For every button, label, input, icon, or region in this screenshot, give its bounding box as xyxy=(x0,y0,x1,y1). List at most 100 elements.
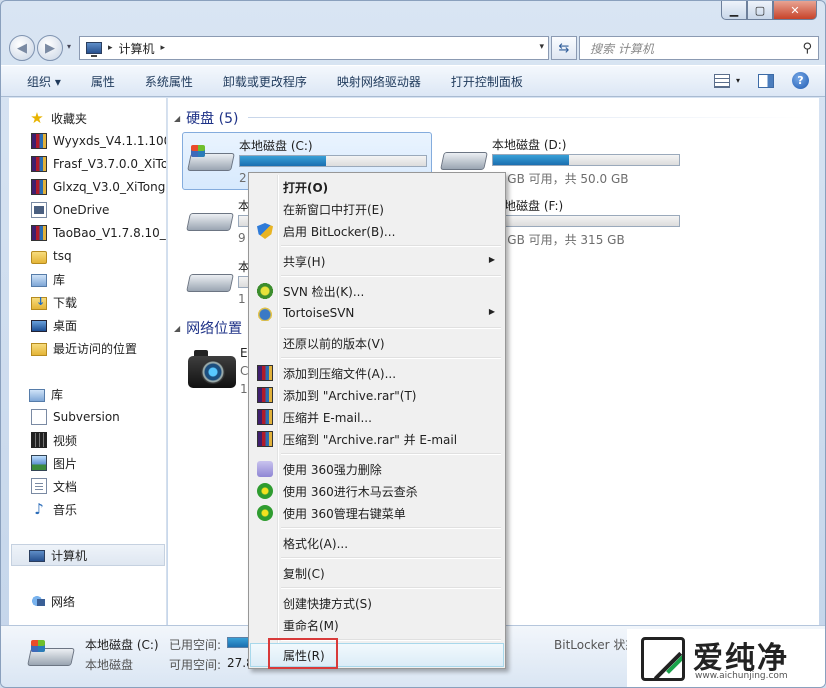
nav-label: 音乐 xyxy=(53,502,78,517)
nav-fav-item[interactable]: OneDrive xyxy=(31,200,109,220)
nav-computer[interactable]: 计算机 xyxy=(29,545,87,565)
nav-fav-item[interactable]: TaoBao_V1.7.8.10_ xyxy=(31,223,166,243)
camera-device-icon[interactable] xyxy=(188,348,236,388)
search-input[interactable]: 搜索 计算机 ⚲ xyxy=(579,36,819,60)
winrar-icon xyxy=(31,133,47,149)
navigation-pane: ★ 收藏夹 Wyyxds_V4.1.1.100 Frasf_V3.7.0.0_Xi… xyxy=(9,98,167,625)
nav-fav-item[interactable]: tsq xyxy=(31,246,72,266)
menu-label: 创建快捷方式(S) xyxy=(283,596,372,611)
menu-rename[interactable]: 重命名(M) xyxy=(251,614,503,636)
drive-info: 1 xyxy=(238,292,246,306)
menu-separator xyxy=(281,527,501,529)
menu-compress-rar-email[interactable]: 压缩到 "Archive.rar" 并 E-mail xyxy=(251,428,503,450)
forward-button[interactable]: ▶ xyxy=(37,35,63,61)
drive-info: .3 GB 可用，共 315 GB xyxy=(492,233,625,247)
network-item-info: 1 xyxy=(240,382,248,396)
preview-pane-icon[interactable] xyxy=(758,73,774,88)
nav-lib-item[interactable]: 视频 xyxy=(31,430,77,450)
nav-lib-item[interactable]: ♪ 音乐 xyxy=(31,499,77,519)
nav-libraries[interactable]: 库 xyxy=(29,384,63,404)
uac-shield-icon xyxy=(257,223,273,239)
group-header-hdd[interactable]: ◢ 硬盘 (5) xyxy=(174,108,238,128)
menu-360-force-delete[interactable]: 使用 360强力删除 xyxy=(251,458,503,480)
back-button[interactable]: ◀ xyxy=(9,35,35,61)
menu-open[interactable]: 打开(O) xyxy=(251,176,503,198)
menu-label: 添加到 "Archive.rar"(T) xyxy=(283,388,417,403)
shredder-icon xyxy=(257,461,273,477)
view-options-icon[interactable] xyxy=(713,73,730,88)
menu-separator xyxy=(281,557,501,559)
map-network-drive-button[interactable]: 映射网络驱动器 xyxy=(337,73,421,90)
collapse-icon[interactable]: ◢ xyxy=(174,324,180,333)
nav-label: 下载 xyxy=(53,295,78,310)
menu-open-new-window[interactable]: 在新窗口中打开(E) xyxy=(251,198,503,220)
nav-network[interactable]: 网络 xyxy=(29,591,75,611)
svn-checkout-icon xyxy=(257,283,273,299)
command-bar: 组织 ▾ 属性 系统属性 卸载或更改程序 映射网络驱动器 打开控制面板 ▾ ? xyxy=(1,65,825,97)
menu-format[interactable]: 格式化(A)... xyxy=(251,532,503,554)
nav-fav-item[interactable]: 下载 xyxy=(31,292,77,312)
nav-fav-item[interactable]: Glxzq_V3.0_XiTong xyxy=(31,177,165,197)
group-header-network[interactable]: ◢ 网络位置 xyxy=(174,318,242,338)
collapse-icon[interactable]: ◢ xyxy=(174,114,180,123)
recent-pages-dropdown[interactable]: ▾ xyxy=(67,42,71,51)
system-properties-button[interactable]: 系统属性 xyxy=(145,73,193,90)
windows-drive-icon xyxy=(27,640,75,672)
organize-button[interactable]: 组织 ▾ xyxy=(27,73,61,90)
address-bar[interactable]: ▸ 计算机 ▸ ▾ xyxy=(79,36,549,60)
aichunjing-logo-icon xyxy=(641,637,685,681)
downloads-icon xyxy=(31,295,47,310)
nav-lib-item[interactable]: Subversion xyxy=(31,407,120,427)
properties-button[interactable]: 属性 xyxy=(91,73,115,90)
forward-arrow-icon: ▶ xyxy=(45,40,55,56)
menu-label: 在新窗口中打开(E) xyxy=(283,202,384,217)
nav-fav-item[interactable]: Wyyxds_V4.1.1.100 xyxy=(31,131,166,151)
winrar-icon xyxy=(31,156,47,172)
menu-360-cloud-scan[interactable]: 使用 360进行木马云查杀 xyxy=(251,480,503,502)
menu-copy[interactable]: 复制(C) xyxy=(251,562,503,584)
help-icon[interactable]: ? xyxy=(792,72,809,89)
breadcrumb-separator-icon[interactable]: ▸ xyxy=(161,43,166,53)
menu-label: 还原以前的版本(V) xyxy=(283,336,385,351)
menu-create-shortcut[interactable]: 创建快捷方式(S) xyxy=(251,592,503,614)
menu-svn-checkout[interactable]: SVN 检出(K)... xyxy=(251,280,503,302)
menu-compress-email[interactable]: 压缩并 E-mail... xyxy=(251,406,503,428)
nav-lib-item[interactable]: 文档 xyxy=(31,476,77,496)
search-icon[interactable]: ⚲ xyxy=(802,41,812,56)
address-dropdown-icon[interactable]: ▾ xyxy=(539,42,544,52)
open-control-panel-button[interactable]: 打开控制面板 xyxy=(451,73,523,90)
menu-bitlocker[interactable]: 启用 BitLocker(B)... xyxy=(251,220,503,242)
back-arrow-icon: ◀ xyxy=(17,40,27,56)
drive-usage-fill xyxy=(240,156,326,166)
menu-add-to-archive[interactable]: 添加到压缩文件(A)... xyxy=(251,362,503,384)
maximize-button[interactable]: ▢ xyxy=(747,1,773,20)
nav-favorites[interactable]: ★ 收藏夹 xyxy=(29,108,87,128)
close-button[interactable]: ✕ xyxy=(773,1,817,20)
nav-fav-item[interactable]: 最近访问的位置 xyxy=(31,338,137,358)
view-dropdown-icon[interactable]: ▾ xyxy=(736,76,740,85)
menu-label: 复制(C) xyxy=(283,566,325,581)
nav-fav-item[interactable]: 库 xyxy=(31,269,65,289)
uninstall-program-button[interactable]: 卸载或更改程序 xyxy=(223,73,307,90)
minimize-button[interactable]: ▁ xyxy=(721,1,747,20)
documents-icon xyxy=(31,478,47,494)
nav-label: TaoBao_V1.7.8.10_ xyxy=(53,226,166,240)
breadcrumb-separator-icon[interactable]: ▸ xyxy=(108,43,113,53)
onedrive-icon xyxy=(31,202,47,218)
menu-restore-versions[interactable]: 还原以前的版本(V) xyxy=(251,332,503,354)
breadcrumb-computer[interactable]: 计算机 xyxy=(119,40,155,57)
tortoisesvn-icon xyxy=(257,305,273,321)
refresh-button[interactable]: ⇆ xyxy=(551,36,577,60)
menu-tortoisesvn[interactable]: TortoiseSVN ▶ xyxy=(251,302,503,324)
nav-fav-item[interactable]: 桌面 xyxy=(31,315,77,335)
menu-share[interactable]: 共享(H) ▶ xyxy=(251,250,503,272)
annotation-highlight-box xyxy=(268,638,338,669)
nav-lib-item[interactable]: 图片 xyxy=(31,453,77,473)
drive-info: 9 xyxy=(238,231,246,245)
menu-360-manage-menu[interactable]: 使用 360管理右键菜单 xyxy=(251,502,503,524)
video-icon xyxy=(31,432,47,448)
menu-add-to-rar[interactable]: 添加到 "Archive.rar"(T) xyxy=(251,384,503,406)
menu-separator xyxy=(281,275,501,277)
nav-fav-item[interactable]: Frasf_V3.7.0.0_XiTo xyxy=(31,154,166,174)
drive-usage-bar xyxy=(492,154,680,166)
